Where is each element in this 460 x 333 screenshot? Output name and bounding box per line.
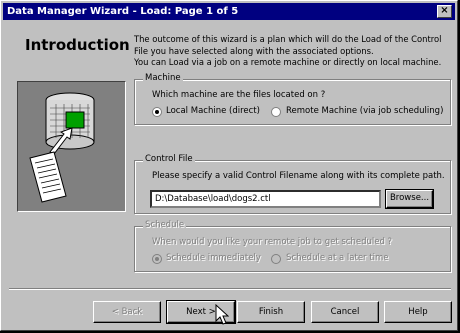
back-button[interactable]: < Back bbox=[93, 301, 161, 323]
control-file-prompt: Please specify a valid Control Filename … bbox=[152, 171, 445, 181]
schedule-question: When would you like your remote job to g… bbox=[152, 237, 393, 247]
machine-group: Machine Which machine are the files loca… bbox=[134, 73, 451, 125]
schedule-later-radio[interactable] bbox=[271, 254, 281, 264]
schedule-immediately-radio[interactable] bbox=[152, 254, 162, 264]
wizard-window: Data Manager Wizard - Load: Page 1 of 5 … bbox=[0, 0, 458, 331]
schedule-later-label[interactable]: Schedule at a later time bbox=[286, 253, 388, 263]
browse-button[interactable]: Browse... bbox=[385, 189, 434, 209]
intro-line-1: The outcome of this wizard is a plan whi… bbox=[134, 34, 442, 44]
mouse-pointer-icon bbox=[215, 304, 229, 325]
cancel-button[interactable]: Cancel bbox=[311, 301, 379, 323]
finish-button[interactable]: Finish bbox=[237, 301, 305, 323]
control-file-group-label: Control File bbox=[143, 154, 195, 164]
remote-machine-radio[interactable] bbox=[271, 107, 281, 117]
intro-text: The outcome of this wizard is a plan whi… bbox=[134, 34, 454, 69]
control-file-group: Control File Please specify a valid Cont… bbox=[134, 154, 451, 214]
machine-group-label: Machine bbox=[143, 73, 183, 83]
load-data-icon bbox=[29, 92, 95, 203]
title-bar[interactable]: Data Manager Wizard - Load: Page 1 of 5 … bbox=[3, 3, 455, 20]
local-machine-label[interactable]: Local Machine (direct) bbox=[166, 106, 260, 116]
control-file-input[interactable]: D:\Database\load\dogs2.ctl bbox=[150, 190, 381, 208]
button-separator bbox=[9, 288, 451, 290]
close-button[interactable]: × bbox=[437, 5, 452, 18]
schedule-immediately-label[interactable]: Schedule immediately bbox=[166, 253, 261, 263]
help-button[interactable]: Help bbox=[384, 301, 452, 323]
schedule-group: Schedule When would you like your remote… bbox=[134, 220, 451, 272]
wizard-illustration bbox=[17, 81, 126, 212]
intro-line-2: File you have selected along with the as… bbox=[134, 45, 374, 56]
schedule-group-label: Schedule bbox=[143, 220, 187, 230]
intro-line-3: You can Load via a job on a remote machi… bbox=[134, 57, 442, 67]
close-icon: × bbox=[440, 5, 449, 16]
window-title: Data Manager Wizard - Load: Page 1 of 5 bbox=[7, 6, 239, 17]
machine-question: Which machine are the files located on ? bbox=[152, 90, 326, 100]
local-machine-radio[interactable] bbox=[152, 107, 162, 117]
remote-machine-label[interactable]: Remote Machine (via job scheduling) bbox=[286, 106, 443, 116]
page-heading: Introduction bbox=[25, 36, 130, 54]
